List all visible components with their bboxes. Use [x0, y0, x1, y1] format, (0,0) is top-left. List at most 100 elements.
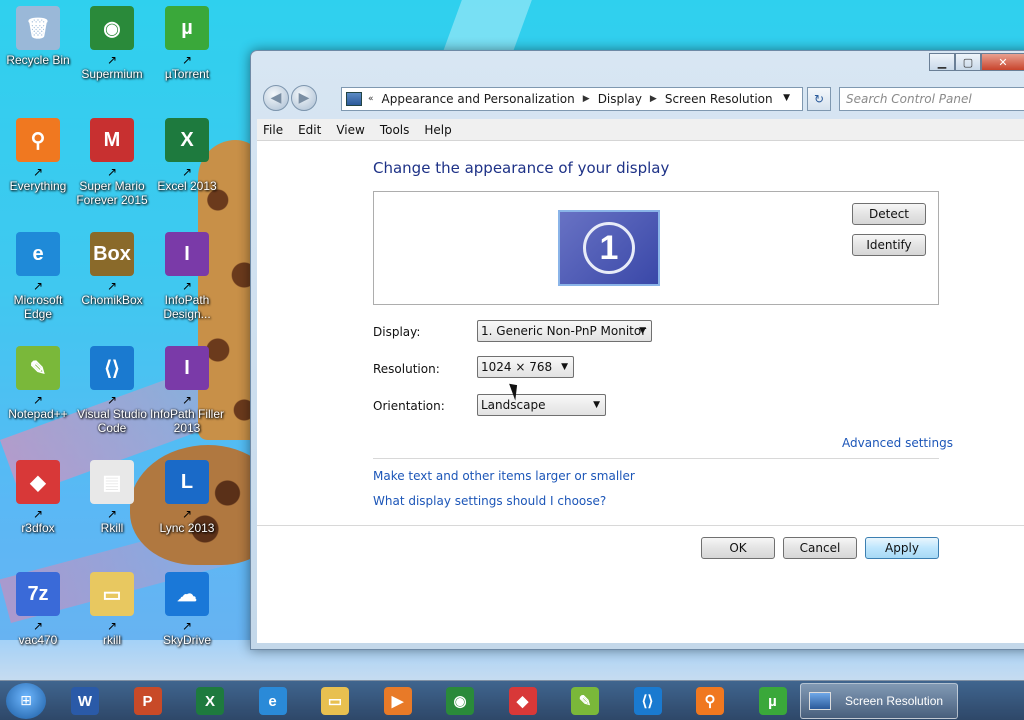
advanced-settings-link[interactable]: Advanced settings	[842, 436, 953, 450]
desktop-icon-label: Rkill	[100, 521, 124, 535]
maximize-button[interactable]: ▢	[955, 53, 981, 71]
taskbar-app-button[interactable]: µ	[746, 685, 800, 717]
desktop-icon[interactable]: I ↗ InfoPath Design...	[149, 232, 225, 321]
desktop-icon-label: Notepad++	[8, 407, 68, 421]
shortcut-arrow-icon: ↗	[181, 53, 193, 67]
text-size-link[interactable]: Make text and other items larger or smal…	[373, 469, 635, 483]
start-button[interactable]: ⊞	[6, 683, 46, 719]
monitor-number: 1	[583, 222, 635, 274]
display-select-value: 1. Generic Non-PnP Monitor	[481, 324, 647, 338]
breadcrumb-separator-icon[interactable]: ▶	[650, 94, 657, 104]
menu-tools[interactable]: Tools	[380, 123, 410, 137]
lync-icon: L	[165, 460, 209, 504]
folder-icon: ▭	[90, 572, 134, 616]
desktop-icon-label: InfoPath Filler 2013	[149, 407, 225, 435]
taskbar-app-button[interactable]: P	[121, 685, 175, 717]
desktop-icon[interactable]: 7z ↗ vac470	[0, 572, 76, 647]
desktop-icon[interactable]: ◉ ↗ Supermium	[74, 6, 150, 81]
cancel-button[interactable]: Cancel	[783, 537, 857, 559]
refresh-button[interactable]: ↻	[807, 87, 831, 111]
chevron-down-icon[interactable]: ▼	[783, 93, 790, 103]
shortcut-arrow-icon: ↗	[106, 393, 118, 407]
menu-view[interactable]: View	[336, 123, 364, 137]
taskbar-app-button[interactable]: ▭	[308, 685, 362, 717]
back-button[interactable]: ◀	[263, 85, 289, 111]
taskbar-app-button[interactable]: ▶	[371, 685, 425, 717]
desktop-icon[interactable]: µ ↗ µTorrent	[149, 6, 225, 81]
r3dfox-icon: ◆	[16, 460, 60, 504]
desktop-icon[interactable]: 🗑 Recycle Bin	[0, 6, 76, 67]
apply-button[interactable]: Apply	[865, 537, 939, 559]
breadcrumb-item[interactable]: Screen Resolution	[665, 92, 773, 106]
identify-button[interactable]: Identify	[852, 234, 926, 256]
desktop-icon[interactable]: ▤ ↗ Rkill	[74, 460, 150, 535]
monitor-1-thumbnail[interactable]: 1	[558, 210, 660, 286]
breadcrumb-item[interactable]: Appearance and Personalization	[382, 92, 575, 106]
vscode-icon: ⟨⟩	[633, 687, 662, 715]
close-button[interactable]: ✕	[981, 53, 1024, 71]
desktop-icon[interactable]: ☁ ↗ SkyDrive	[149, 572, 225, 647]
shortcut-arrow-icon: ↗	[181, 507, 193, 521]
shortcut-arrow-icon: ↗	[106, 53, 118, 67]
rkill-file-icon: ▤	[90, 460, 134, 504]
desktop-icon[interactable]: ⚲ ↗ Everything	[0, 118, 76, 193]
forward-button[interactable]: ▶	[291, 85, 317, 111]
menu-help[interactable]: Help	[424, 123, 451, 137]
resolution-select[interactable]: 1024 × 768 ▼	[477, 356, 574, 378]
taskbar-active-window[interactable]: Screen Resolution	[800, 683, 958, 719]
supermium-icon: ◉	[446, 687, 474, 715]
detect-button[interactable]: Detect	[852, 203, 926, 225]
shortcut-arrow-icon: ↗	[32, 279, 44, 293]
taskbar-app-button[interactable]: ⚲	[683, 685, 737, 717]
desktop-icon[interactable]: ◆ ↗ r3dfox	[0, 460, 76, 535]
menu-file[interactable]: File	[263, 123, 283, 137]
desktop-icon[interactable]: ▭ ↗ rkill	[74, 572, 150, 647]
divider	[257, 525, 1024, 526]
search-input[interactable]: Search Control Panel	[839, 87, 1024, 111]
supermium-icon: ◉	[90, 6, 134, 50]
desktop-icon[interactable]: L ↗ Lync 2013	[149, 460, 225, 535]
desktop-icon[interactable]: ✎ ↗ Notepad++	[0, 346, 76, 421]
desktop-icon-label: Recycle Bin	[6, 53, 70, 67]
menu-edit[interactable]: Edit	[298, 123, 321, 137]
shortcut-arrow-icon: ↗	[181, 393, 193, 407]
desktop-icon[interactable]: ⟨⟩ ↗ Visual Studio Code	[74, 346, 150, 435]
desktop-icon[interactable]: X ↗ Excel 2013	[149, 118, 225, 193]
taskbar-app-button[interactable]: ◆	[496, 685, 550, 717]
screen-resolution-icon	[809, 692, 831, 710]
display-settings-help-link[interactable]: What display settings should I choose?	[373, 494, 606, 508]
desktop-icon[interactable]: e ↗ Microsoft Edge	[0, 232, 76, 321]
everything-icon: ⚲	[696, 687, 724, 715]
menu-bar: File Edit View Tools Help	[257, 119, 1024, 141]
shortcut-arrow-icon: ↗	[106, 165, 118, 179]
taskbar-app-button[interactable]: ◉	[433, 685, 487, 717]
taskbar-app-button[interactable]: e	[246, 685, 300, 717]
address-bar[interactable]: « Appearance and Personalization ▶ Displ…	[341, 87, 803, 111]
taskbar-app-button[interactable]: X	[183, 685, 237, 717]
notepadpp-icon: ✎	[571, 687, 599, 715]
orientation-select[interactable]: Landscape ▼	[477, 394, 606, 416]
minimize-button[interactable]: ▁	[929, 53, 955, 71]
desktop-icon-label: Visual Studio Code	[77, 407, 147, 435]
breadcrumb-separator-icon[interactable]: ▶	[583, 94, 590, 104]
taskbar-app-button[interactable]: W	[58, 685, 112, 717]
desktop-icon[interactable]: M ↗ Super Mario Forever 2015	[74, 118, 150, 207]
taskbar-window-title: Screen Resolution	[845, 694, 944, 708]
recycle-bin-icon: 🗑	[16, 6, 60, 50]
divider	[373, 458, 939, 459]
chevron-down-icon: ▼	[561, 362, 568, 372]
taskbar-app-button[interactable]: ⟨⟩	[621, 685, 675, 717]
desktop-icon[interactable]: Box ↗ ChomikBox	[74, 232, 150, 307]
desktop-icon-label: µTorrent	[164, 67, 210, 81]
desktop-icon-label: vac470	[18, 633, 58, 647]
window-controls: ▁ ▢ ✕	[929, 53, 1024, 71]
desktop-icon[interactable]: I ↗ InfoPath Filler 2013	[149, 346, 225, 435]
display-select[interactable]: 1. Generic Non-PnP Monitor ▼	[477, 320, 652, 342]
desktop-icon-label: rkill	[103, 633, 121, 647]
notepadpp-icon: ✎	[16, 346, 60, 390]
breadcrumb-item[interactable]: Display	[598, 92, 642, 106]
control-panel-icon	[346, 92, 362, 106]
taskbar-app-button[interactable]: ✎	[558, 685, 612, 717]
breadcrumb-overflow-icon[interactable]: «	[368, 94, 374, 104]
ok-button[interactable]: OK	[701, 537, 775, 559]
